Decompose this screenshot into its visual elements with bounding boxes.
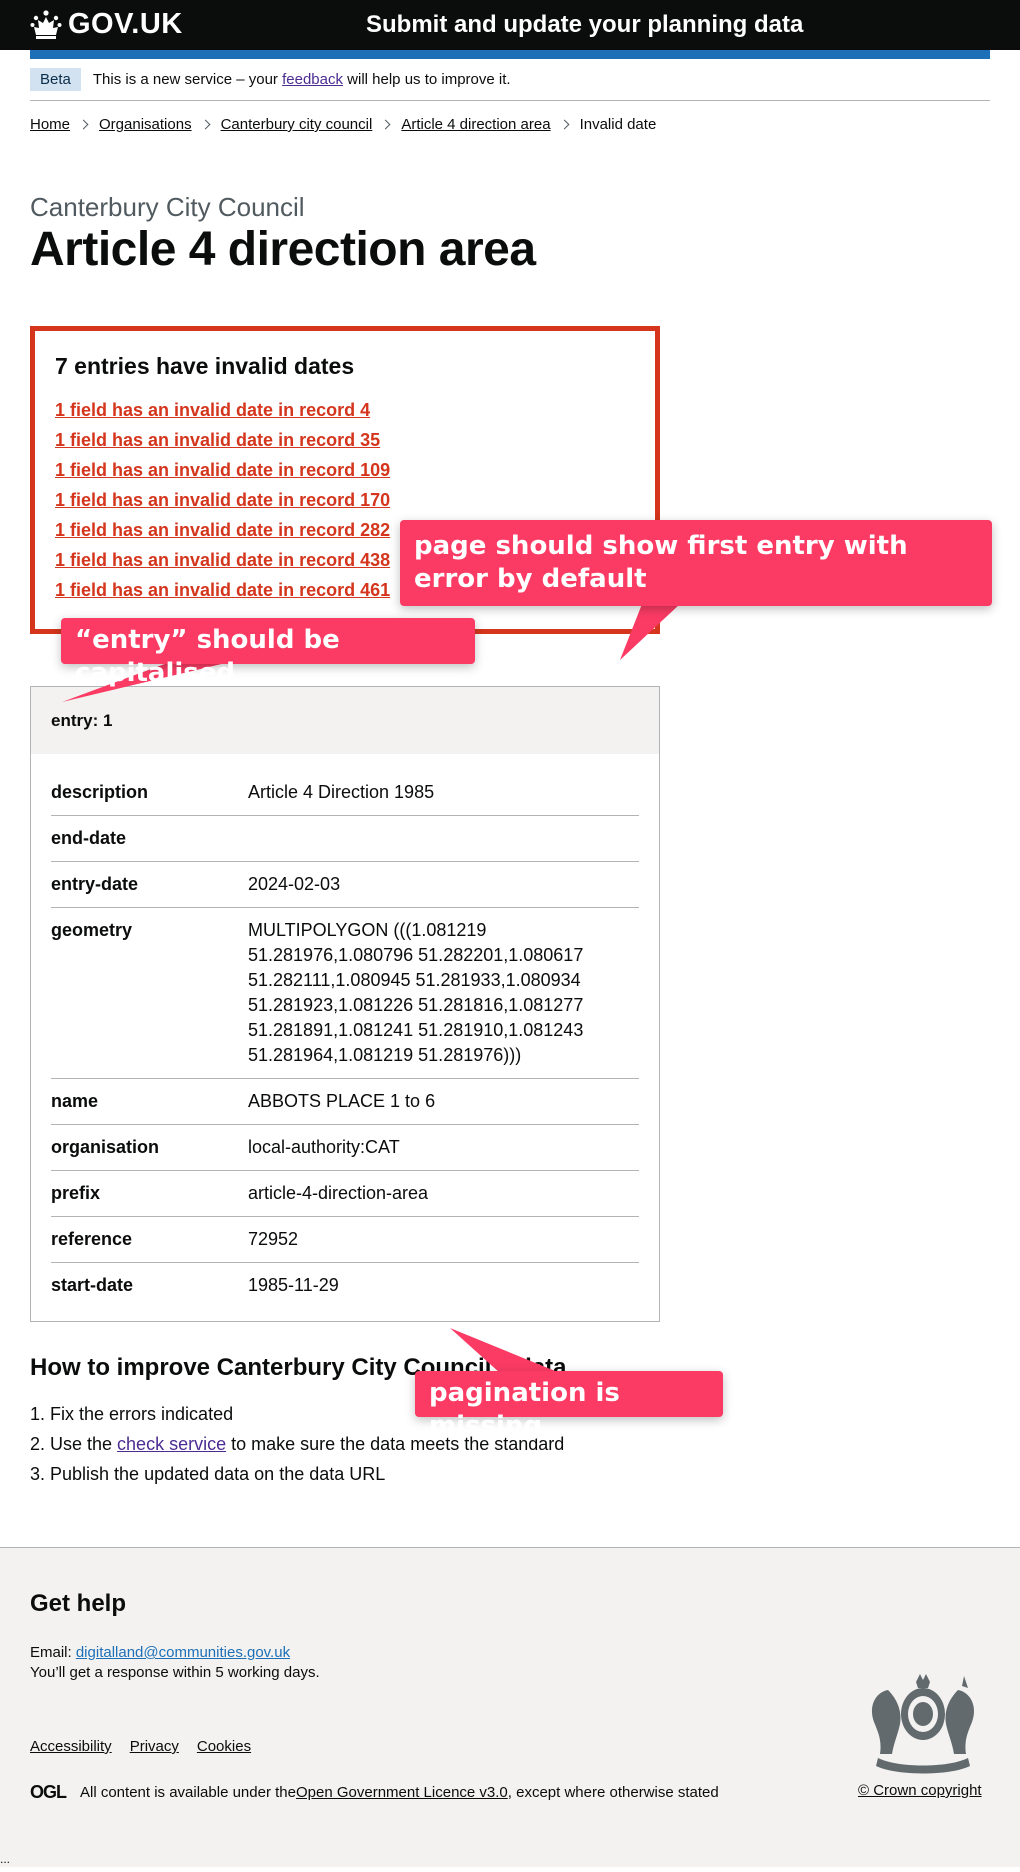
crown-copyright-link[interactable]: © Crown copyright <box>858 1782 982 1799</box>
annotation-pagination: pagination is missing <box>415 1371 723 1441</box>
step2-before: 2. Use the <box>30 1434 118 1454</box>
ogl-licence-link[interactable]: Open Government Licence v3.0 <box>296 1784 508 1801</box>
licence-line: OGL All content is available under the O… <box>30 1782 719 1803</box>
row-key: geometry <box>51 920 133 940</box>
logo-text: GOV.UK <box>68 7 183 40</box>
summary-row: organisation local-authority:CAT <box>51 1125 639 1171</box>
response-time-text: You’ll get a response within 5 working d… <box>30 1664 320 1681</box>
entry-summary-card: entry: 1 description Article 4 Direction … <box>30 686 660 1322</box>
summary-row: geometry MULTIPOLYGON (((1.081219 51.2819… <box>51 908 639 1079</box>
error-link[interactable]: 1 field has an invalid date in record 4 <box>55 400 370 420</box>
ogl-logo: OGL <box>30 1782 67 1802</box>
row-key: description <box>51 782 149 802</box>
summary-row: start-date 1985-11-29 <box>51 1263 639 1308</box>
error-link[interactable]: 1 field has an invalid date in record 17… <box>55 490 390 510</box>
page-title: Article 4 direction area <box>30 223 536 276</box>
error-link[interactable]: 1 field has an invalid date in record 10… <box>55 460 390 480</box>
list-item: 1 field has an invalid date in record 35 <box>55 430 655 460</box>
get-help-heading: Get help <box>30 1590 127 1617</box>
row-key: end-date <box>51 828 127 848</box>
help-email-line: Email: digitalland@communities.gov.uk <box>30 1644 290 1661</box>
breadcrumb-organisations[interactable]: Organisations <box>99 116 192 133</box>
phase-text-after: will help us to improve it. <box>343 71 511 88</box>
summary-row: name ABBOTS PLACE 1 to 6 <box>51 1079 639 1125</box>
row-key: start-date <box>51 1275 134 1295</box>
error-summary-title: 7 entries have invalid dates <box>55 353 355 379</box>
row-value: article-4-direction-area <box>248 1183 429 1203</box>
summary-row: entry-date 2024-02-03 <box>51 862 639 908</box>
breadcrumb-organisation[interactable]: Canterbury city council <box>221 116 373 133</box>
chevron-right-icon <box>559 119 570 130</box>
error-link[interactable]: 1 field has an invalid date in record 43… <box>55 550 390 570</box>
error-link[interactable]: 1 field has an invalid date in record 35 <box>55 430 380 450</box>
chevron-right-icon <box>78 119 89 130</box>
feedback-link[interactable]: feedback <box>282 71 343 88</box>
header-blue-bar <box>30 50 990 59</box>
beta-tag: Beta <box>30 68 81 91</box>
row-value: MULTIPOLYGON (((1.081219 51.281976,1.080… <box>248 920 584 1065</box>
footer-link-cookies[interactable]: Cookies <box>197 1738 251 1755</box>
breadcrumb-current: Invalid date <box>579 116 657 133</box>
email-label: Email: <box>30 1644 76 1661</box>
row-value: local-authority:CAT <box>248 1137 400 1157</box>
row-value <box>248 826 639 851</box>
row-value: 1985-11-29 <box>248 1275 339 1295</box>
page-caption: Canterbury City Council <box>30 192 305 222</box>
footer-link-privacy[interactable]: Privacy <box>130 1738 179 1755</box>
row-value: 72952 <box>248 1229 299 1249</box>
licence-before: All content is available under the <box>80 1784 296 1801</box>
list-item: 1 field has an invalid date in record 10… <box>55 460 655 490</box>
govuk-header: GOV.UK Submit and update your planning d… <box>0 0 1020 50</box>
row-key: prefix <box>51 1183 101 1203</box>
chevron-right-icon <box>200 119 211 130</box>
email-link[interactable]: digitalland@communities.gov.uk <box>76 1644 290 1661</box>
govuk-logo-link[interactable]: GOV.UK <box>30 6 183 42</box>
error-link[interactable]: 1 field has an invalid date in record 46… <box>55 580 390 600</box>
crown-icon <box>30 10 62 39</box>
trailing-ellipsis: ... <box>0 1852 11 1866</box>
card-title: entry: 1 <box>31 687 659 754</box>
row-value: 2024-02-03 <box>248 874 341 894</box>
row-value: Article 4 Direction 1985 <box>248 782 435 802</box>
phase-banner: Beta This is a new service – your feedba… <box>30 68 990 101</box>
annotation-first-entry: page should show first entry with error … <box>400 520 992 606</box>
breadcrumb: Home Organisations Canterbury city counc… <box>30 116 656 133</box>
summary-row: description Article 4 Direction 1985 <box>51 770 639 816</box>
error-link[interactable]: 1 field has an invalid date in record 28… <box>55 520 390 540</box>
row-key: name <box>51 1091 99 1111</box>
footer-links: Accessibility Privacy Cookies <box>30 1738 269 1755</box>
row-key: reference <box>51 1229 133 1249</box>
phase-text-before: This is a new service – your <box>92 71 283 88</box>
list-item: 1 field has an invalid date in record 17… <box>55 490 655 520</box>
crown-copyright: © Crown copyright <box>858 1782 982 1799</box>
breadcrumb-dataset[interactable]: Article 4 direction area <box>401 116 550 133</box>
service-name-link[interactable]: Submit and update your planning data <box>366 11 803 39</box>
govuk-footer: Get help Email: digitalland@communities.… <box>0 1547 1020 1867</box>
summary-row: reference 72952 <box>51 1217 639 1263</box>
annotation-capitalise: “entry” should be capitalised <box>61 618 475 688</box>
chevron-right-icon <box>380 119 391 130</box>
summary-row: prefix article-4-direction-area <box>51 1171 639 1217</box>
row-key: entry-date <box>51 874 139 894</box>
licence-after: , except where otherwise stated <box>507 1784 719 1801</box>
breadcrumb-home[interactable]: Home <box>30 116 70 133</box>
row-value: ABBOTS PLACE 1 to 6 <box>248 1091 436 1111</box>
phase-banner-text: This is a new service – your feedback wi… <box>93 68 511 92</box>
summary-list: description Article 4 Direction 1985 end-… <box>31 754 659 1308</box>
check-service-link[interactable]: check service <box>117 1434 226 1454</box>
list-item: 1 field has an invalid date in record 4 <box>55 400 655 430</box>
royal-coat-of-arms-icon <box>871 1674 975 1774</box>
list-item: 3. Publish the updated data on the data … <box>30 1464 386 1484</box>
footer-link-accessibility[interactable]: Accessibility <box>30 1738 112 1755</box>
summary-row: end-date <box>51 816 639 862</box>
row-key: organisation <box>51 1137 160 1157</box>
